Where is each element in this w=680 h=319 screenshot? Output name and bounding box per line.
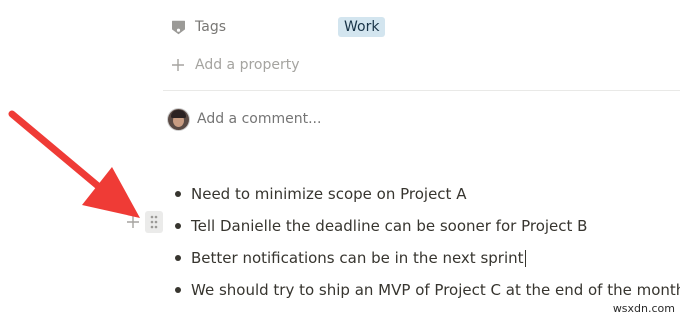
tags-icon <box>170 19 186 35</box>
annotation-arrow-icon <box>8 110 140 218</box>
divider <box>163 90 680 91</box>
list-item-text: We should try to ship an MVP of Project … <box>191 281 680 299</box>
list-item[interactable]: We should try to ship an MVP of Project … <box>168 274 680 306</box>
text-cursor <box>524 249 526 267</box>
list-item-text: Need to minimize scope on Project A <box>191 185 467 203</box>
list-item-text: Tell Danielle the deadline can be sooner… <box>191 217 588 235</box>
comment-row <box>168 107 371 131</box>
property-name: Tags <box>195 19 226 35</box>
list-item[interactable]: Tell Danielle the deadline can be sooner… <box>168 210 680 242</box>
bullet-dot <box>175 223 181 229</box>
bulleted-list: Need to minimize scope on Project A Tell… <box>168 178 680 306</box>
add-property-label: Add a property <box>195 57 300 73</box>
list-item[interactable]: Better notifications can be in the next … <box>168 242 680 274</box>
add-property-button[interactable]: Add a property <box>170 52 300 78</box>
watermark: wsxdn.com <box>612 302 675 315</box>
bullet-dot <box>175 191 181 197</box>
list-item-text: Better notifications can be in the next … <box>191 249 524 267</box>
bullet-dot <box>175 255 181 261</box>
avatar-hair <box>171 109 186 118</box>
tag-work[interactable]: Work <box>338 17 386 37</box>
property-tags-row[interactable]: Tags Work <box>170 14 650 40</box>
avatar <box>168 108 189 130</box>
comment-input[interactable] <box>197 111 371 127</box>
plus-icon <box>170 57 186 73</box>
bullet-dot <box>175 287 181 293</box>
list-item[interactable]: Need to minimize scope on Project A <box>168 178 680 210</box>
